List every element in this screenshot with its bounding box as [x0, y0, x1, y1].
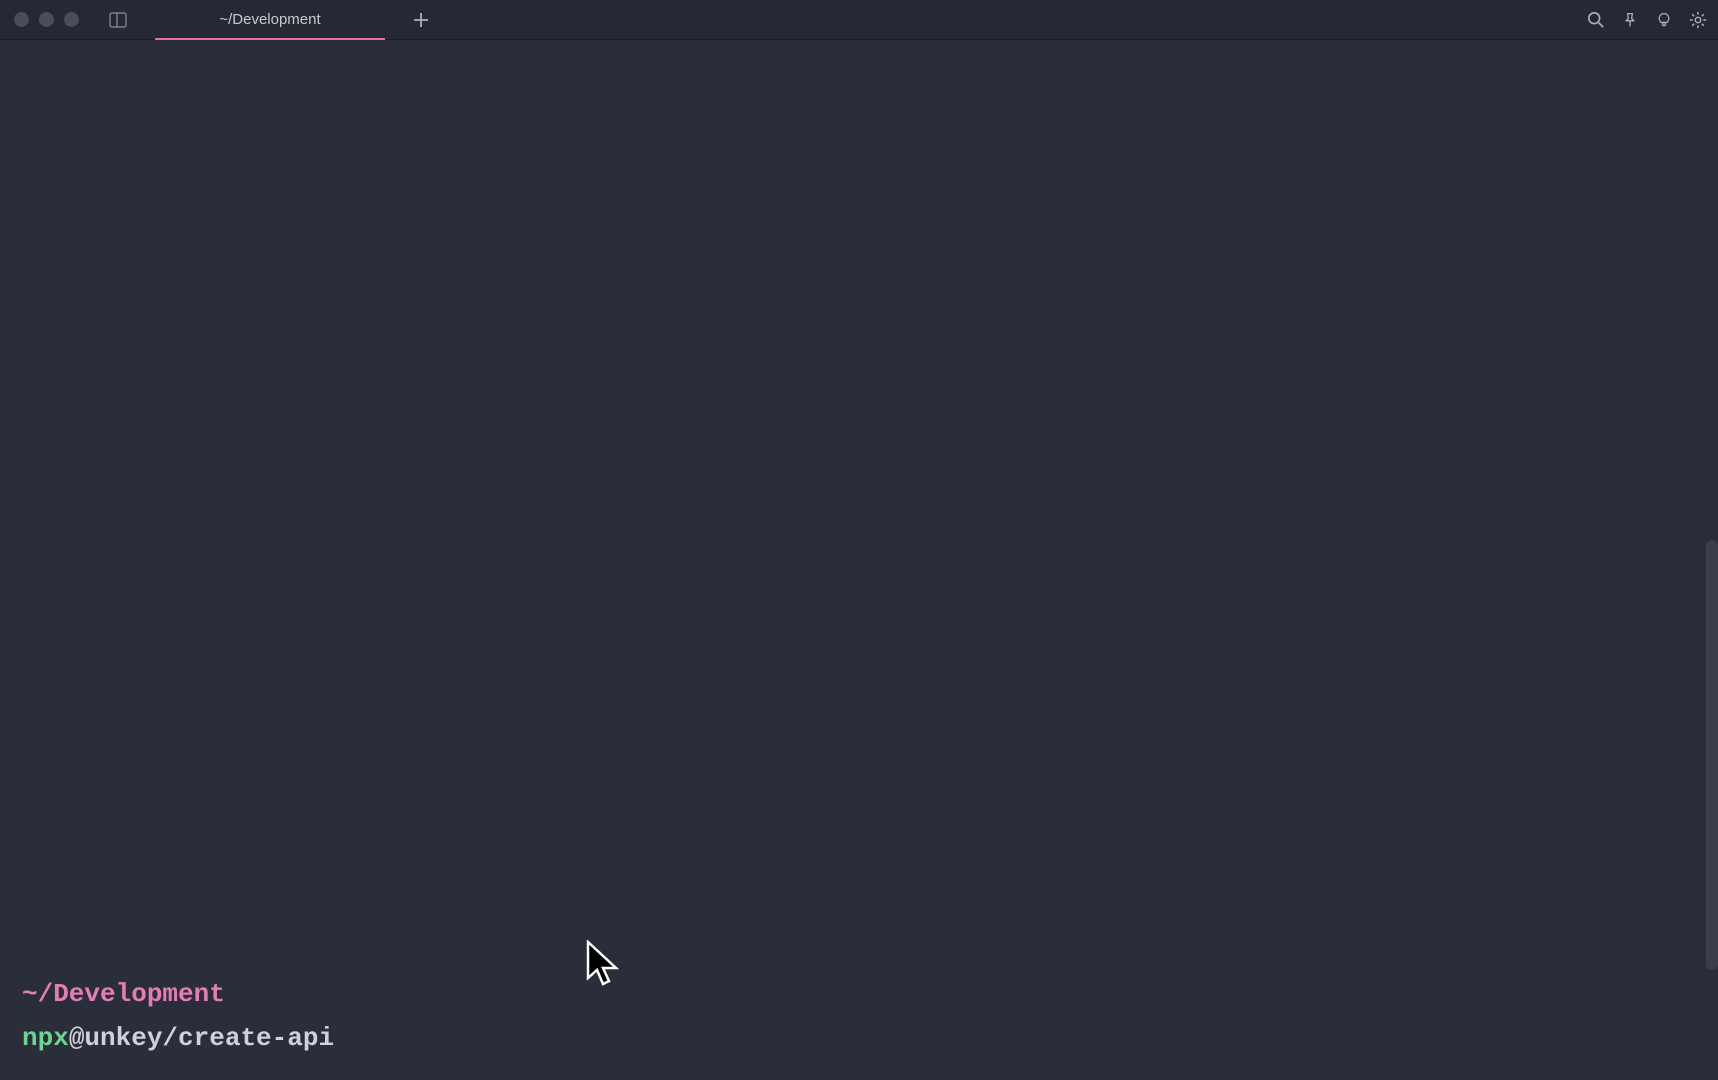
window-controls: [0, 12, 79, 27]
command-arguments: @unkey/create-api: [69, 1016, 334, 1060]
pin-icon[interactable]: [1620, 10, 1640, 30]
tab-development[interactable]: ~/Development: [155, 0, 385, 40]
new-tab-button[interactable]: [407, 6, 435, 34]
titlebar-actions: [1586, 10, 1708, 30]
maximize-window-button[interactable]: [64, 12, 79, 27]
command-executable: npx: [22, 1016, 69, 1060]
minimize-window-button[interactable]: [39, 12, 54, 27]
prompt-path: ~/Development: [22, 972, 334, 1016]
terminal-output: ~/Development npx @unkey/create-api: [22, 972, 334, 1060]
titlebar: ~/Development: [0, 0, 1718, 40]
split-pane-icon[interactable]: [109, 12, 127, 28]
lightbulb-icon[interactable]: [1654, 10, 1674, 30]
close-window-button[interactable]: [14, 12, 29, 27]
tab-title: ~/Development: [219, 11, 320, 28]
scrollbar[interactable]: [1706, 540, 1718, 970]
command-line: npx @unkey/create-api: [22, 1016, 334, 1060]
terminal-viewport[interactable]: ~/Development npx @unkey/create-api: [0, 40, 1718, 1080]
settings-gear-icon[interactable]: [1688, 10, 1708, 30]
search-icon[interactable]: [1586, 10, 1606, 30]
